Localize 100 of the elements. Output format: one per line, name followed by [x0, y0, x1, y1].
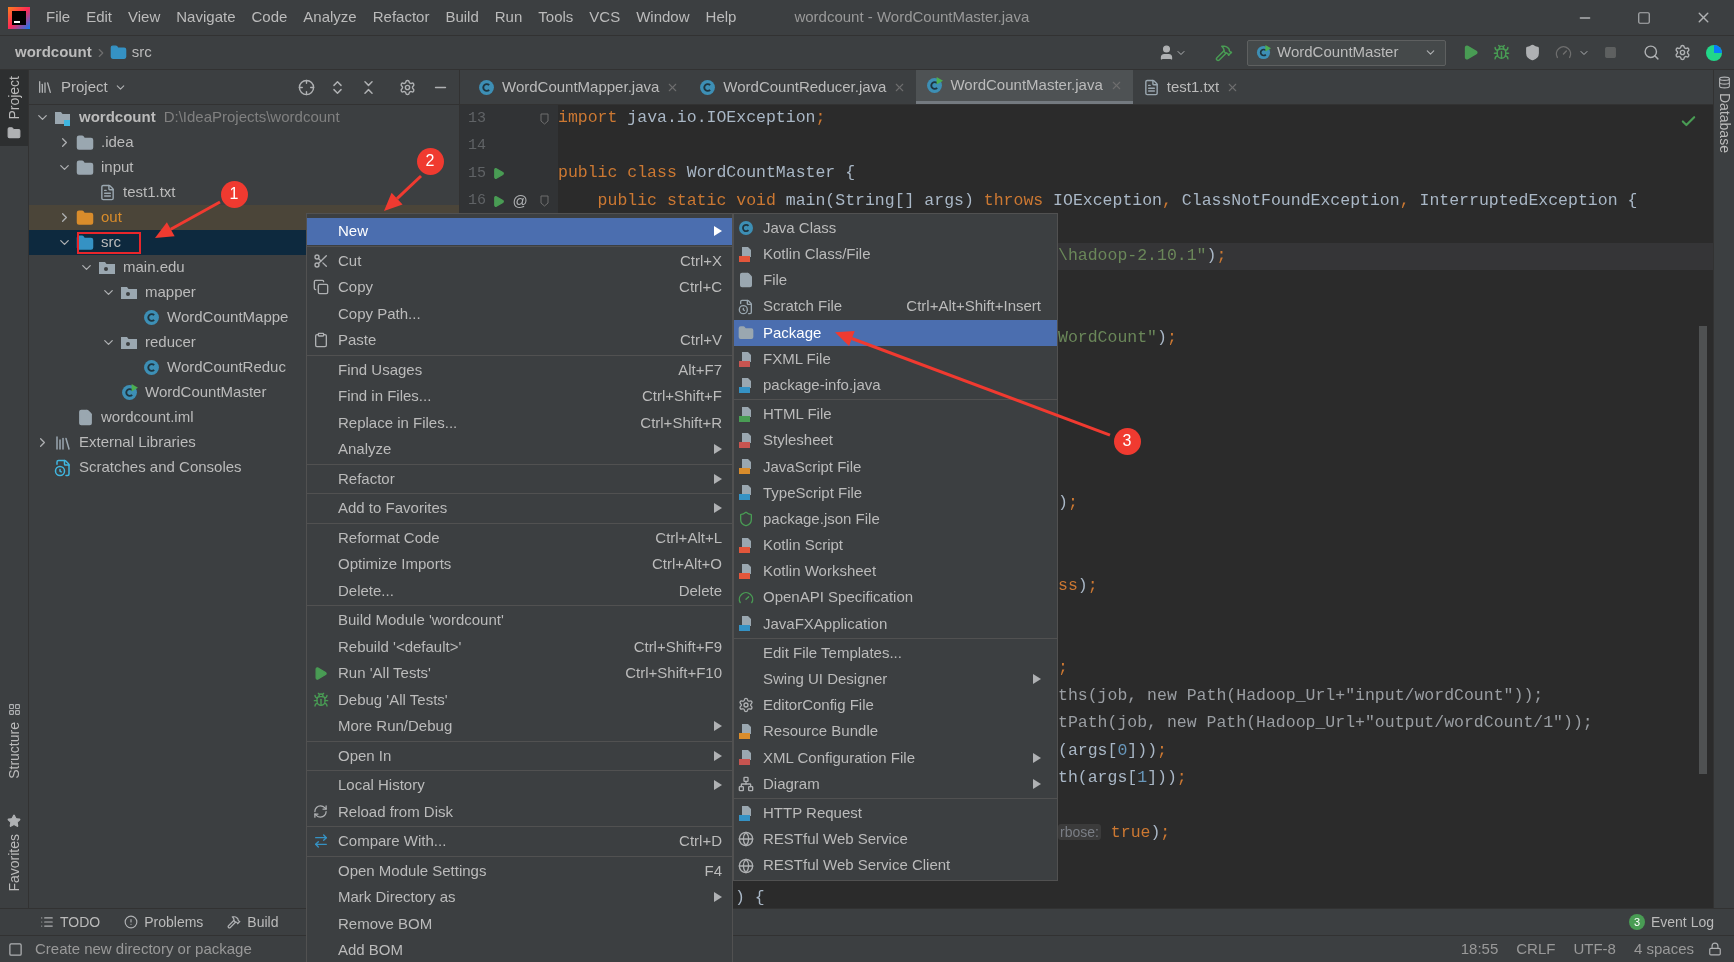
menu-item[interactable]: Rebuild '<default>' Ctrl+Shift+F9: [307, 633, 732, 660]
menu-item[interactable]: TypeScript File: [734, 479, 1057, 507]
menu-item[interactable]: Local History: [307, 772, 732, 799]
settings-icon[interactable]: [1674, 44, 1691, 61]
scrollbar-thumb[interactable]: [1699, 326, 1707, 774]
coverage-icon[interactable]: [1524, 44, 1541, 61]
menu-item[interactable]: Remove BOM: [307, 910, 732, 937]
menu-item[interactable]: Kotlin Script: [734, 532, 1057, 559]
menu-bar-item[interactable]: Analyze: [295, 6, 365, 29]
fold-marker-icon[interactable]: [539, 195, 549, 208]
tree-item[interactable]: reducer: [29, 330, 200, 355]
tree-item[interactable]: wordcount.iml: [29, 405, 198, 430]
menu-item[interactable]: JavaScript File: [734, 453, 1057, 480]
menu-bar-item[interactable]: View: [120, 6, 169, 29]
menu-bar-item[interactable]: File: [38, 6, 79, 29]
menu-bar-item[interactable]: Code: [243, 6, 296, 29]
menu-item[interactable]: Add to Favorites: [307, 495, 732, 522]
menu-item[interactable]: RESTful Web Service: [734, 826, 1057, 853]
menu-item[interactable]: Open Module Settings F4: [307, 857, 732, 884]
tool-window-button[interactable]: TODO: [40, 911, 101, 933]
breadcrumb[interactable]: wordcount: [15, 41, 92, 64]
menu-item[interactable]: Debug 'All Tests': [307, 686, 732, 713]
menu-item[interactable]: Kotlin Worksheet: [734, 558, 1057, 585]
editor-tab[interactable]: test1.txt: [1132, 70, 1250, 104]
fold-marker-icon[interactable]: [539, 112, 549, 125]
editor-tab[interactable]: WordCountMapper.java: [468, 70, 690, 104]
menu-bar-item[interactable]: Window: [628, 6, 698, 29]
tree-item[interactable]: main.edu: [29, 255, 189, 280]
menu-item[interactable]: Resource Bundle: [734, 718, 1057, 745]
tool-windows-toggle-icon[interactable]: [8, 941, 23, 957]
settings-icon[interactable]: [399, 78, 416, 96]
menu-item[interactable]: RESTful Web Service Client: [734, 852, 1057, 879]
editor-tab[interactable]: WordCountReducer.java: [689, 70, 917, 104]
menu-item[interactable]: More Run/Debug: [307, 713, 732, 740]
menu-item[interactable]: Open In: [307, 742, 732, 769]
tree-item[interactable]: External Libraries: [29, 430, 200, 455]
tool-window-tab[interactable]: Favorites: [0, 808, 28, 898]
menu-item[interactable]: package.json File: [734, 506, 1057, 533]
menu-item[interactable]: Copy Path...: [307, 300, 732, 327]
menu-item[interactable]: Reload from Disk: [307, 798, 732, 825]
search-icon[interactable]: [1643, 44, 1660, 61]
plugin-logo[interactable]: [1705, 43, 1723, 62]
run-configuration-dropdown[interactable]: WordCountMaster: [1247, 39, 1446, 66]
status-bar-item[interactable]: 4 spaces: [1633, 937, 1694, 961]
tree-item[interactable]: wordcount D:\IdeaProjects\wordcount: [29, 105, 344, 130]
menu-item[interactable]: Compare With... Ctrl+D: [307, 828, 732, 855]
tree-item[interactable]: Scratches and Consoles: [29, 455, 246, 480]
menu-item[interactable]: Diagram: [734, 770, 1057, 798]
menu-item[interactable]: Add BOM: [307, 937, 732, 962]
menu-item[interactable]: Find Usages Alt+F7: [307, 356, 732, 383]
menu-item[interactable]: File: [734, 267, 1057, 294]
menu-item[interactable]: Reformat Code Ctrl+Alt+L: [307, 524, 732, 551]
panel-title[interactable]: Project: [61, 75, 108, 99]
menu-item[interactable]: Package: [734, 319, 1057, 346]
menu-item[interactable]: Delete... Delete: [307, 577, 732, 604]
status-bar-item[interactable]: UTF-8: [1573, 937, 1616, 961]
menu-item[interactable]: FXML File: [734, 345, 1057, 373]
menu-bar-item[interactable]: Navigate: [168, 6, 244, 29]
menu-item[interactable]: OpenAPI Specification: [734, 584, 1057, 611]
tree-item[interactable]: input: [29, 155, 138, 180]
menu-item[interactable]: package-info.java: [734, 372, 1057, 399]
menu-bar-item[interactable]: Tools: [530, 6, 582, 29]
menu-bar-item[interactable]: Help: [697, 6, 745, 29]
menu-item[interactable]: Optimize Imports Ctrl+Alt+O: [307, 551, 732, 578]
breadcrumb[interactable]: src: [131, 41, 152, 64]
editor-tab[interactable]: WordCountMaster.java: [916, 70, 1133, 104]
menu-item[interactable]: Paste Ctrl+V: [307, 327, 732, 354]
menu-item[interactable]: Replace in Files... Ctrl+Shift+R: [307, 409, 732, 436]
tree-item[interactable]: .idea: [29, 130, 138, 155]
menu-bar-item[interactable]: VCS: [581, 6, 629, 29]
status-bar-item[interactable]: 18:55: [1460, 937, 1499, 961]
tool-window-tab[interactable]: Structure: [0, 696, 28, 785]
menu-item[interactable]: Java Class: [734, 215, 1057, 242]
tool-window-tab[interactable]: Project: [0, 70, 28, 146]
menu-item[interactable]: HTTP Request: [734, 800, 1057, 827]
locate-icon[interactable]: [298, 78, 315, 96]
menu-item[interactable]: Edit File Templates...: [734, 640, 1057, 667]
menu-bar-item[interactable]: Run: [486, 6, 531, 29]
menu-item[interactable]: JavaFXApplication: [734, 610, 1057, 637]
menu-item[interactable]: XML Configuration File: [734, 744, 1057, 771]
status-bar-item[interactable]: CRLF: [1516, 937, 1556, 961]
tree-item[interactable]: test1.txt: [29, 180, 180, 205]
menu-item[interactable]: Scratch File Ctrl+Alt+Shift+Insert: [734, 293, 1057, 320]
menu-bar-item[interactable]: Edit: [78, 6, 121, 29]
menu-item[interactable]: Refactor: [307, 465, 732, 492]
tree-item[interactable]: WordCountMappe: [29, 305, 293, 330]
tool-window-button[interactable]: Build: [227, 911, 279, 933]
gutter-marker[interactable]: @: [512, 190, 528, 213]
user-icon[interactable]: [1158, 44, 1175, 61]
menu-item[interactable]: Swing UI Designer: [734, 666, 1057, 693]
lock-icon[interactable]: [1708, 942, 1722, 956]
menu-item[interactable]: HTML File: [734, 401, 1057, 428]
menu-item[interactable]: Analyze: [307, 436, 732, 463]
menu-item[interactable]: Kotlin Class/File: [734, 241, 1057, 268]
event-log-button[interactable]: 3 Event Log: [1628, 911, 1714, 933]
tool-window-button[interactable]: Problems: [124, 911, 204, 933]
tree-item[interactable]: mapper: [29, 280, 200, 305]
tree-item[interactable]: WordCountMaster: [29, 380, 271, 405]
tree-item[interactable]: WordCountReduc: [29, 355, 290, 380]
menu-item[interactable]: Stylesheet: [734, 427, 1057, 454]
